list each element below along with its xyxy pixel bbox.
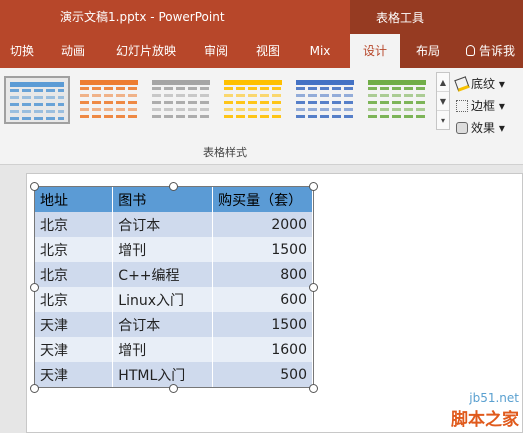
effects-button[interactable]: 效果 ▾ bbox=[456, 118, 523, 140]
table-style-swatch[interactable] bbox=[220, 76, 286, 124]
tab-review[interactable]: 审阅 bbox=[194, 34, 238, 68]
paint-bucket-icon bbox=[454, 76, 470, 92]
effects-icon bbox=[456, 122, 468, 134]
selection-frame bbox=[34, 186, 314, 388]
tab-slideshow[interactable]: 幻灯片放映 bbox=[106, 34, 186, 68]
tab-view[interactable]: 视图 bbox=[246, 34, 290, 68]
context-tab-group-label: 表格工具 bbox=[376, 11, 425, 25]
resize-handle-right[interactable] bbox=[309, 283, 318, 292]
tab-design[interactable]: 设计 bbox=[350, 34, 400, 68]
watermark-brand: 脚本之家 bbox=[451, 410, 519, 430]
ribbon-panel: ▲ ▼ ▾ 底纹 ▾ 边框 ▾ 效果 ▾ 表格样式 bbox=[0, 68, 523, 165]
ribbon-tabs: 切换 动画 幻灯片放映 审阅 视图 Mix 设计 布局 告诉我 bbox=[0, 34, 523, 68]
table-style-swatch[interactable] bbox=[364, 76, 430, 124]
title-bar: 演示文稿1.pptx - PowerPoint 表格工具 bbox=[0, 0, 523, 34]
resize-handle-bottom[interactable] bbox=[169, 384, 178, 393]
tab-transitions[interactable]: 切换 bbox=[0, 34, 44, 68]
gallery-scroll-down-icon[interactable]: ▼ bbox=[437, 92, 449, 111]
tell-me-search[interactable]: 告诉我 bbox=[466, 34, 515, 68]
table-style-swatch[interactable] bbox=[4, 76, 70, 124]
borders-icon bbox=[456, 100, 468, 112]
watermark-site: jb51.net bbox=[469, 391, 519, 405]
resize-handle-top-right[interactable] bbox=[309, 182, 318, 191]
gallery-scroll-up-icon[interactable]: ▲ bbox=[437, 73, 449, 92]
window-title: 演示文稿1.pptx - PowerPoint bbox=[60, 10, 225, 24]
tab-layout[interactable]: 布局 bbox=[404, 34, 452, 68]
table-styles-group-label: 表格样式 bbox=[203, 146, 247, 159]
shading-button[interactable]: 底纹 ▾ bbox=[454, 74, 523, 96]
resize-handle-bottom-left[interactable] bbox=[30, 384, 39, 393]
borders-button[interactable]: 边框 ▾ bbox=[456, 96, 523, 118]
table-styles-gallery bbox=[2, 72, 434, 132]
watermark: jb51.net 脚本之家 bbox=[451, 391, 519, 430]
tab-animations[interactable]: 动画 bbox=[50, 34, 96, 68]
lightbulb-icon bbox=[466, 45, 475, 56]
resize-handle-left[interactable] bbox=[30, 283, 39, 292]
gallery-scroller: ▲ ▼ ▾ bbox=[436, 72, 450, 130]
tab-mix[interactable]: Mix bbox=[298, 34, 342, 68]
tell-me-label: 告诉我 bbox=[479, 44, 516, 58]
table-style-swatch[interactable] bbox=[76, 76, 142, 124]
resize-handle-top[interactable] bbox=[169, 182, 178, 191]
resize-handle-bottom-right[interactable] bbox=[309, 384, 318, 393]
gallery-more-icon[interactable]: ▾ bbox=[437, 111, 449, 130]
table-style-swatch[interactable] bbox=[148, 76, 214, 124]
resize-handle-top-left[interactable] bbox=[30, 182, 39, 191]
table-style-swatch[interactable] bbox=[292, 76, 358, 124]
context-tab-group: 表格工具 bbox=[350, 0, 523, 34]
